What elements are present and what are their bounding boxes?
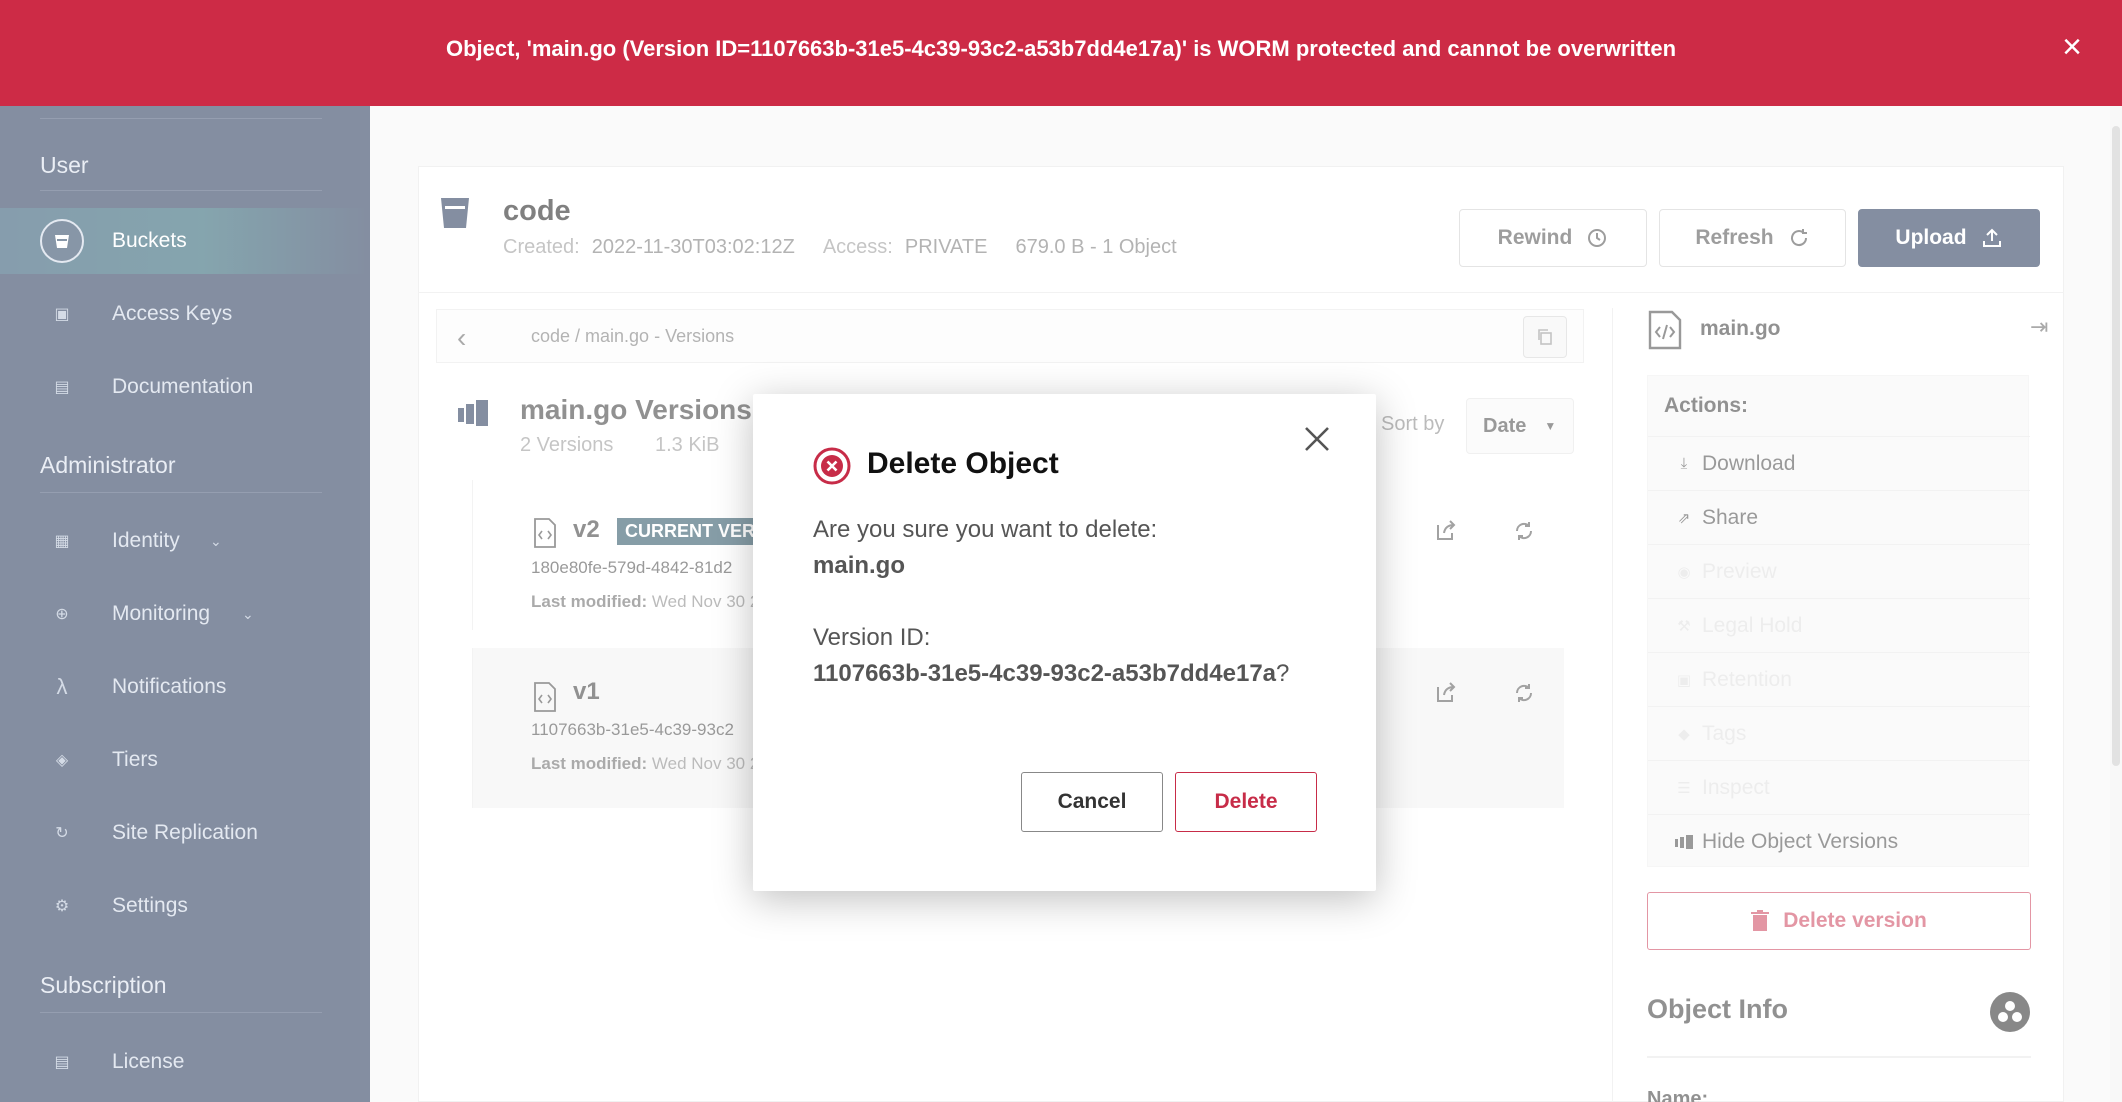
version-id-text: 1107663b-31e5-4c39-93c2-a53b7dd4e17a <box>813 660 1277 687</box>
delete-object-dialog: Delete Object Are you sure you want to d… <box>753 394 1376 891</box>
close-icon[interactable] <box>1302 424 1332 454</box>
version-id-label: Version ID: <box>813 624 931 651</box>
error-message: Object, 'main.go (Version ID=1107663b-31… <box>445 36 1677 61</box>
dialog-title: Delete Object <box>867 447 1059 480</box>
error-circle-icon <box>813 447 851 485</box>
dialog-file-name: main.go <box>813 552 906 579</box>
cancel-button[interactable]: Cancel <box>1021 772 1163 832</box>
error-banner: Object, 'main.go (Version ID=1107663b-31… <box>0 0 2122 106</box>
delete-button[interactable]: Delete <box>1175 772 1317 832</box>
close-banner-button[interactable]: × <box>2058 30 2086 64</box>
version-id-value: 1107663b-31e5-4c39-93c2-a53b7dd4e17a? <box>813 660 1289 688</box>
dialog-question: Are you sure you want to delete: <box>813 516 1158 543</box>
version-id-suffix: ? <box>1276 660 1290 687</box>
